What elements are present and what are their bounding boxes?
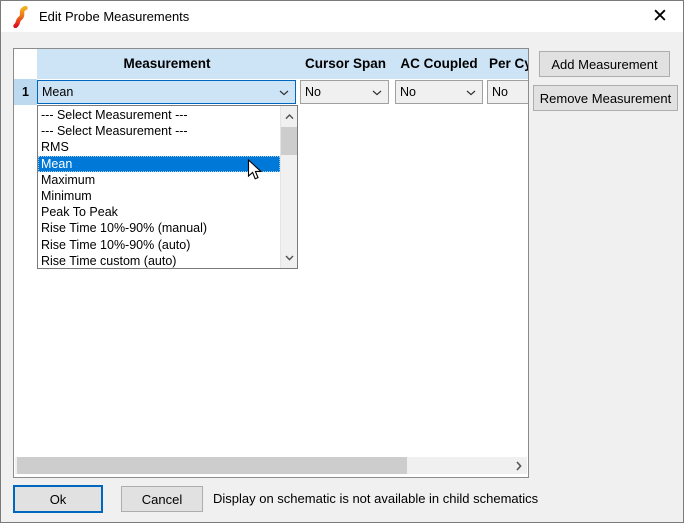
remove-measurement-button[interactable]: Remove Measurement: [533, 85, 678, 111]
column-header-cursor-span: Cursor Span: [299, 49, 392, 79]
dropdown-item[interactable]: Minimum: [38, 188, 280, 204]
dropdown-item[interactable]: RMS: [38, 139, 280, 155]
title-bar: Edit Probe Measurements ✕: [1, 1, 683, 32]
horizontal-scrollbar-thumb[interactable]: [17, 457, 407, 474]
ac-coupled-combobox-value: No: [400, 85, 416, 99]
chevron-down-icon: [285, 255, 294, 261]
close-button[interactable]: ✕: [637, 1, 683, 32]
close-icon: ✕: [652, 5, 668, 28]
chevron-up-icon: [285, 114, 294, 120]
add-measurement-button[interactable]: Add Measurement: [539, 51, 670, 77]
chevron-right-icon: [516, 461, 522, 471]
dropdown-item[interactable]: --- Select Measurement ---: [38, 123, 280, 139]
dropdown-scrollbar-thumb[interactable]: [281, 127, 297, 155]
dropdown-item[interactable]: Maximum: [38, 172, 280, 188]
cursor-span-combobox[interactable]: No: [300, 80, 389, 104]
column-header-ac-coupled: AC Coupled: [394, 49, 484, 79]
measurement-combobox-value: Mean: [42, 85, 73, 99]
ac-coupled-combobox[interactable]: No: [395, 80, 483, 104]
measurement-dropdown-list: --- Select Measurement --- --- Select Me…: [37, 105, 298, 269]
ok-button[interactable]: Ok: [13, 485, 103, 513]
dropdown-items: --- Select Measurement --- --- Select Me…: [38, 107, 280, 269]
cursor-span-combobox-value: No: [305, 85, 321, 99]
row-number-cell[interactable]: 1: [14, 79, 37, 105]
measurement-combobox[interactable]: Mean: [37, 80, 296, 104]
column-header-measurement: Measurement: [37, 49, 297, 79]
chevron-down-icon: [372, 90, 382, 96]
qspice-logo-icon: [12, 6, 29, 28]
page-title: Edit Probe Measurements: [39, 9, 189, 24]
dropdown-scrollbar[interactable]: [280, 106, 297, 268]
dropdown-item-selected[interactable]: Mean: [38, 156, 280, 172]
cancel-button[interactable]: Cancel: [121, 486, 203, 512]
per-cycle-combobox-value: No: [492, 85, 508, 99]
column-header-per-cycle: Per Cy: [487, 49, 529, 79]
scroll-up-button[interactable]: [281, 108, 297, 125]
scroll-down-button[interactable]: [281, 249, 297, 266]
per-cycle-combobox[interactable]: No: [487, 80, 529, 104]
chevron-down-icon: [466, 90, 476, 96]
dropdown-item[interactable]: --- Select Measurement ---: [38, 107, 280, 123]
dropdown-item[interactable]: Rise Time 10%-90% (manual): [38, 220, 280, 236]
footer-note: Display on schematic is not available in…: [213, 486, 538, 512]
edit-probe-measurements-dialog: Edit Probe Measurements ✕ Measurement Cu…: [0, 0, 684, 523]
mouse-cursor-icon: [247, 159, 262, 181]
scroll-right-button[interactable]: [510, 457, 527, 474]
chevron-down-icon: [279, 90, 289, 96]
dropdown-item[interactable]: Peak To Peak: [38, 204, 280, 220]
horizontal-scrollbar[interactable]: [15, 457, 527, 474]
dropdown-item[interactable]: Rise Time 10%-90% (auto): [38, 237, 280, 253]
dropdown-item[interactable]: Rise Time custom (auto): [38, 253, 280, 269]
